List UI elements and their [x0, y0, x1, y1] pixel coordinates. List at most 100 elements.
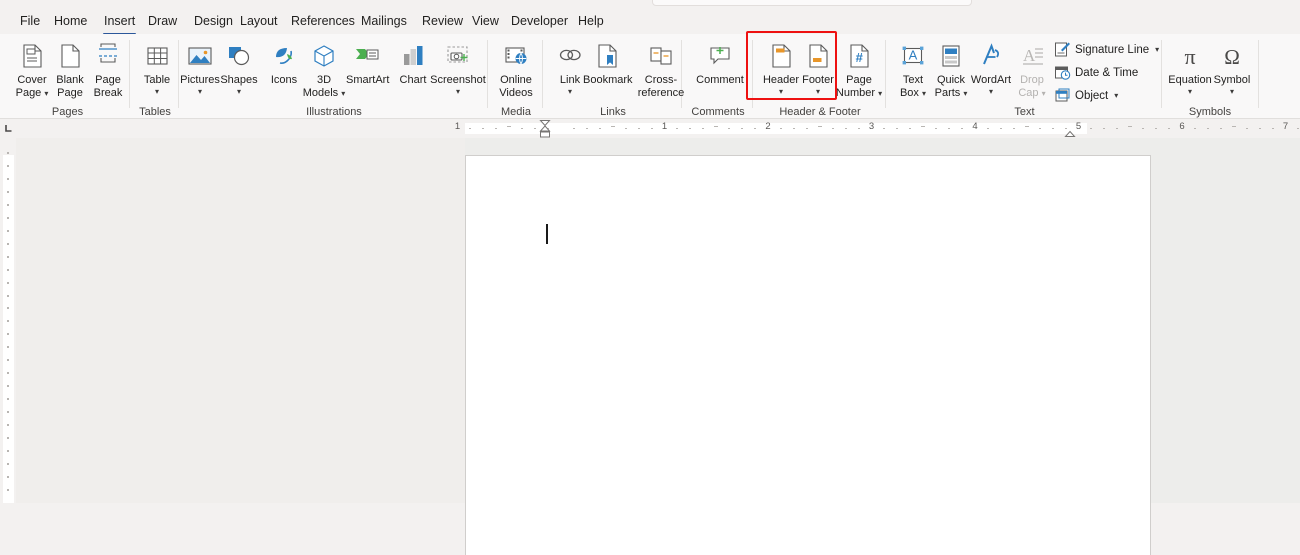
smartart-icon: [352, 40, 382, 72]
ruler-tick-label: 7: [1282, 121, 1289, 132]
ruler-tick: [1090, 127, 1093, 130]
chevron-down-icon[interactable]: ▾: [1230, 87, 1234, 96]
quick-parts-button[interactable]: Quick Parts ▾: [931, 37, 971, 107]
vruler-tick: [7, 449, 10, 452]
symbol-button[interactable]: Ω Symbol ▾: [1208, 37, 1256, 107]
page-break-icon: [93, 40, 123, 72]
menu-tab-references[interactable]: References: [285, 10, 361, 34]
object-button[interactable]: Object ▾: [1053, 85, 1118, 106]
bookmark-button[interactable]: Bookmark: [583, 37, 633, 107]
page-break-button[interactable]: Page Break: [82, 37, 134, 107]
quick-parts-label: Quick Parts ▾: [934, 74, 968, 99]
ruler-tick: [999, 127, 1002, 130]
shapes-button[interactable]: Shapes ▾: [220, 37, 258, 107]
text-cursor: [546, 224, 548, 244]
chevron-down-icon[interactable]: ▾: [1114, 91, 1118, 100]
horizontal-ruler[interactable]: 11234567: [16, 119, 1300, 138]
ruler-tick: [986, 127, 989, 130]
smartart-button[interactable]: SmartArt: [346, 37, 389, 107]
table-label: Table: [143, 74, 171, 86]
models-3d-button[interactable]: 3D Models ▾: [297, 37, 351, 107]
chevron-down-icon[interactable]: ▾: [779, 87, 783, 96]
search-box[interactable]: [652, 0, 972, 6]
chevron-down-icon[interactable]: ▾: [989, 87, 993, 96]
menu-tab-draw[interactable]: Draw: [142, 10, 183, 34]
menu-tab-file[interactable]: File: [14, 10, 46, 34]
cross-ref-button[interactable]: Cross-reference: [632, 37, 690, 107]
ruler-tick: [1012, 127, 1015, 130]
table-icon: [142, 40, 172, 72]
document-canvas[interactable]: [16, 138, 1300, 555]
tab-stop-selector[interactable]: [0, 119, 16, 138]
pictures-icon: [185, 40, 215, 72]
chevron-down-icon[interactable]: ▾: [816, 87, 820, 96]
ruler-tick-label: 1: [454, 121, 461, 132]
document-page[interactable]: [465, 155, 1151, 555]
screenshot-button[interactable]: Screenshot ▾: [429, 37, 487, 107]
footer-icon: [803, 40, 833, 72]
blank-page-icon: [55, 40, 85, 72]
table-button[interactable]: Table ▾: [131, 37, 183, 107]
vertical-ruler[interactable]: [0, 138, 16, 503]
cover-page-icon: [17, 40, 47, 72]
ruler-tick: [495, 127, 498, 130]
chevron-down-icon[interactable]: ▾: [155, 87, 159, 96]
vruler-tick: [7, 255, 10, 258]
vruler-tick: [7, 359, 10, 362]
comment-button[interactable]: Comment: [692, 37, 748, 107]
ruler-tick: [482, 127, 485, 130]
ruler-tick: [844, 127, 847, 130]
ribbon-group-divider: [1258, 40, 1259, 108]
right-indent-marker[interactable]: [1064, 125, 1076, 138]
chevron-down-icon[interactable]: ▾: [1188, 87, 1192, 96]
vruler-tick: [7, 307, 10, 310]
ruler-tick: [1038, 127, 1041, 130]
equation-button[interactable]: π Equation ▾: [1166, 37, 1214, 107]
menu-tab-review[interactable]: Review: [416, 10, 469, 34]
menu-tab-view[interactable]: View: [466, 10, 505, 34]
vruler-tick: [7, 398, 10, 401]
symbol-icon: Ω: [1217, 40, 1247, 72]
ruler-tick-label: 6: [1179, 121, 1185, 132]
menu-tab-insert[interactable]: Insert: [98, 10, 141, 35]
page-break-label: Page Break: [93, 74, 123, 99]
text-box-button[interactable]: A Text Box ▾: [893, 37, 933, 107]
left-indent-marker[interactable]: [539, 119, 551, 138]
menu-tab-help[interactable]: Help: [572, 10, 610, 34]
page-number-button[interactable]: # Page Number ▾: [833, 37, 885, 107]
chevron-down-icon[interactable]: ▾: [456, 87, 460, 96]
menu-tab-home[interactable]: Home: [48, 10, 93, 34]
menu-tab-mailings[interactable]: Mailings: [355, 10, 413, 34]
ruler-tick: [1206, 127, 1209, 130]
page-number-icon: #: [844, 40, 874, 72]
date-time-button[interactable]: Date & Time: [1053, 62, 1138, 83]
ruler-tick: [909, 127, 912, 130]
vruler-tick: [7, 294, 10, 297]
ruler-tick: [1271, 127, 1274, 130]
ruler-tick: [935, 127, 938, 130]
wordart-button[interactable]: WordArt ▾: [969, 37, 1013, 107]
pictures-button[interactable]: Pictures ▾: [180, 37, 220, 107]
menu-tab-design[interactable]: Design: [188, 10, 239, 34]
ruler-tick: [921, 126, 926, 128]
page-number-label: Page Number ▾: [835, 74, 883, 99]
bookmark-icon: [592, 40, 622, 72]
chevron-down-icon[interactable]: ▾: [237, 87, 241, 96]
signature-line-button[interactable]: Signature Line ▾: [1053, 39, 1159, 60]
chevron-down-icon[interactable]: ▾: [568, 87, 572, 96]
vruler-tick: [7, 191, 10, 194]
menu-tab-developer[interactable]: Developer: [505, 10, 574, 34]
ruler-tick: [857, 127, 860, 130]
equation-label: Equation: [1168, 74, 1212, 86]
chevron-down-icon[interactable]: ▾: [198, 87, 202, 96]
chevron-down-icon[interactable]: ▾: [1155, 45, 1159, 54]
object-label: Object: [1075, 89, 1109, 102]
ruler-tick: [831, 127, 834, 130]
vruler-tick: [7, 203, 10, 206]
online-videos-button[interactable]: Online Videos: [490, 37, 542, 107]
ribbon-group-label: Illustrations: [306, 106, 362, 118]
date-time-icon: [1053, 64, 1071, 82]
text-box-icon: A: [898, 40, 928, 72]
menu-tab-layout[interactable]: Layout: [234, 10, 284, 34]
ribbon-group-label: Tables: [139, 106, 171, 118]
